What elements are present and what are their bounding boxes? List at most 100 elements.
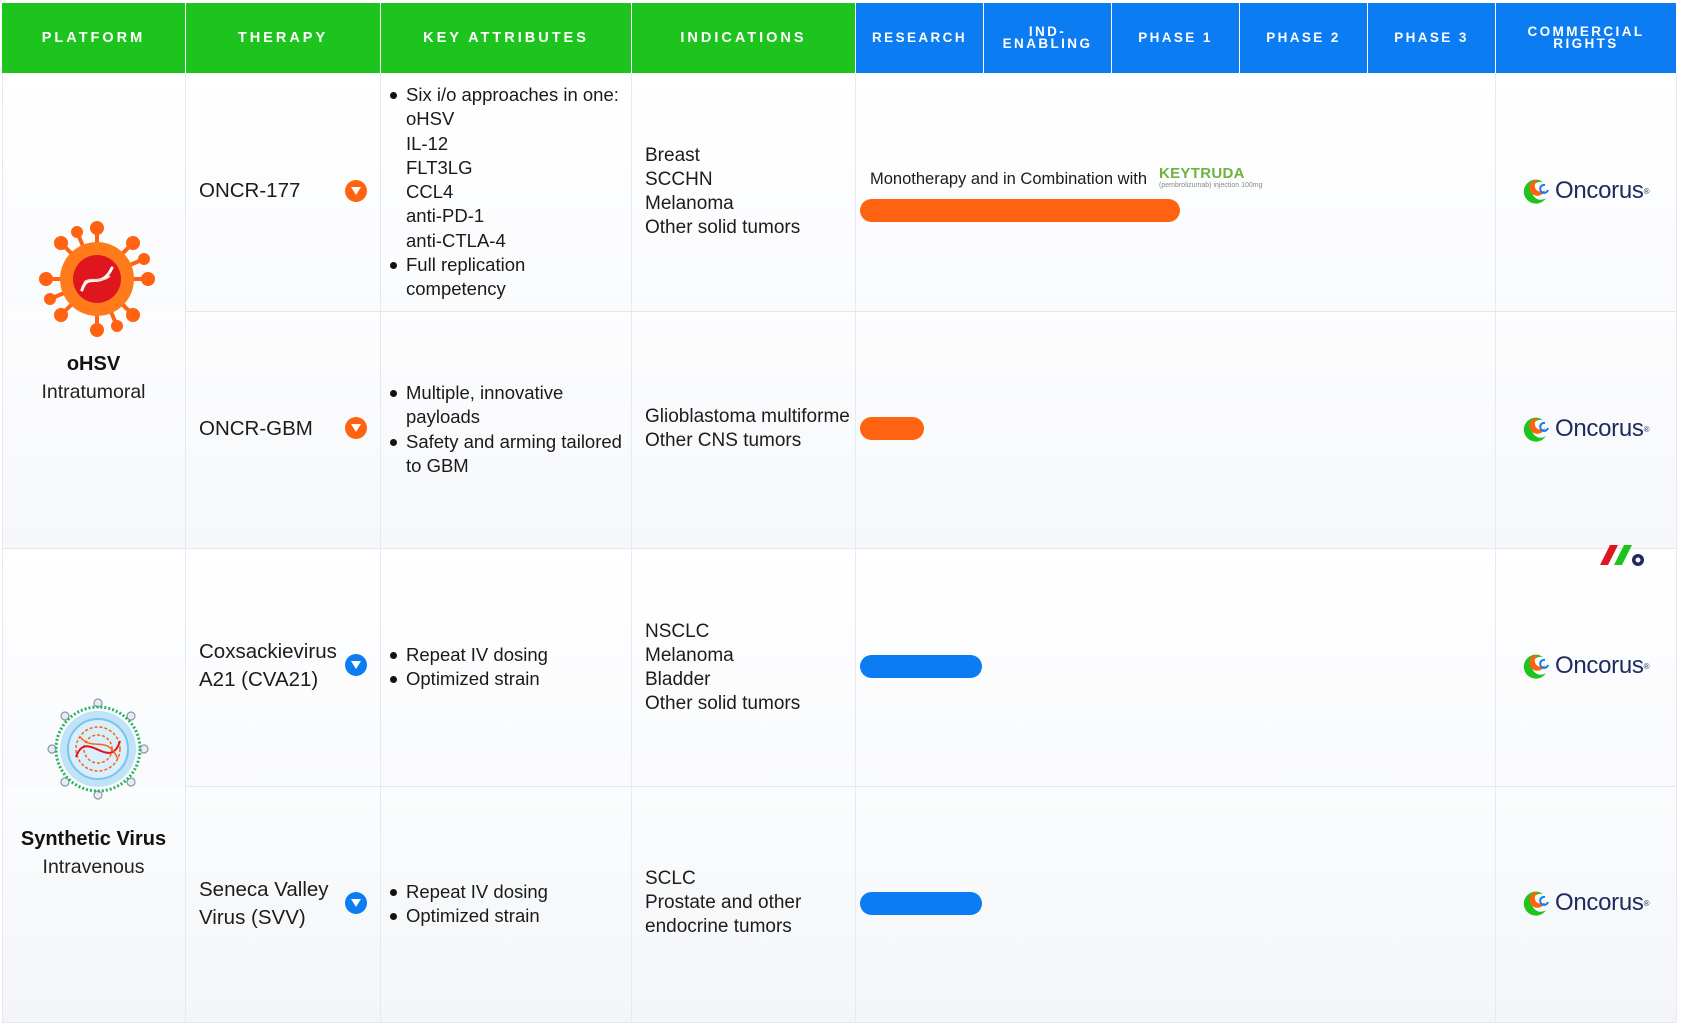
attribute-item: anti-PD-1 <box>406 205 485 227</box>
attribute-item: anti-CTLA-4 <box>406 229 506 251</box>
watermark-logo-icon <box>1600 545 1644 566</box>
attribute-item: Six i/o approaches in one: <box>389 83 629 107</box>
indication-item: Other solid tumors <box>645 693 801 714</box>
indications-oncr-gbm: Glioblastoma multiforme Other CNS tumors <box>645 405 850 453</box>
pipeline-table: PLATFORM THERAPY KEY ATTRIBUTES INDICATI… <box>0 0 1685 1028</box>
oncorus-crescent-icon <box>1523 417 1549 442</box>
attribute-item: Multiple, innovative <box>389 381 629 405</box>
ohsv-virus-icon <box>39 221 155 337</box>
attribute-item: payloads <box>406 406 481 428</box>
grid-hline <box>185 786 1676 787</box>
platform-name-synthetic-virus: Synthetic Virus <box>20 828 167 850</box>
indication-item: NSCLC <box>645 621 710 642</box>
attribute-item: Full replication <box>389 253 629 277</box>
attributes-cva21: Repeat IV dosing Optimized strain <box>389 643 629 692</box>
progress-bar-oncr-gbm <box>860 417 924 440</box>
registered-mark: ® <box>1643 898 1650 908</box>
attribute-item: Optimized strain <box>389 904 629 928</box>
expand-marker-oncr-177[interactable] <box>345 180 367 202</box>
therapy-line: Virus (SVV) <box>199 906 306 929</box>
header-phase3: PHASE 3 <box>1368 3 1495 73</box>
oncorus-logo: Oncorus ® <box>1521 414 1650 444</box>
expand-marker-svv[interactable] <box>345 892 367 914</box>
triangle-down-icon <box>351 424 361 432</box>
combination-note: Monotherapy and in Combination with <box>870 170 1147 188</box>
keytruda-subtitle: (pembrolizumab) injection 100mg <box>1159 182 1263 189</box>
registered-mark: ® <box>1643 186 1650 196</box>
attribute-item: Repeat IV dosing <box>389 880 629 904</box>
attributes-oncr-gbm: Multiple, innovative payloads Safety and… <box>389 381 629 478</box>
expand-marker-cva21[interactable] <box>345 654 367 676</box>
attribute-item: oHSV <box>406 108 455 130</box>
grid-vline <box>1676 73 1677 1022</box>
oncorus-logo: Oncorus ® <box>1521 651 1650 681</box>
therapy-svv: Seneca Valley Virus (SVV) <box>199 876 329 932</box>
therapy-line: A21 (CVA21) <box>199 668 319 691</box>
indication-item: Other solid tumors <box>645 217 801 238</box>
indications-oncr-177: Breast SCCHN Melanoma Other solid tumors <box>645 144 800 240</box>
header-commercial-line2: RIGHTS <box>1553 36 1619 51</box>
indication-item: Melanoma <box>645 645 734 666</box>
header-phase1: PHASE 1 <box>1112 3 1239 73</box>
attributes-svv: Repeat IV dosing Optimized strain <box>389 880 629 929</box>
attribute-item: competency <box>406 278 506 300</box>
keytruda-name: KEYTRUDA <box>1159 165 1245 182</box>
platform-route-ohsv: Intratumoral <box>41 381 146 403</box>
indications-cva21: NSCLC Melanoma Bladder Other solid tumor… <box>645 620 800 716</box>
attribute-item: FLT3LG <box>406 156 473 178</box>
indication-item: Glioblastoma multiforme <box>645 406 850 427</box>
therapy-line: Coxsackievirus <box>199 640 337 663</box>
triangle-down-icon <box>351 899 361 907</box>
therapy-oncr-gbm: ONCR-GBM <box>199 417 313 440</box>
header-phase2: PHASE 2 <box>1240 3 1367 73</box>
registered-mark: ® <box>1643 424 1650 434</box>
indication-item: Other CNS tumors <box>645 430 802 451</box>
grid-hline <box>2 548 1676 549</box>
progress-bar-oncr-177 <box>860 199 1180 222</box>
attribute-item: Optimized strain <box>389 667 629 691</box>
oncorus-logo: Oncorus ® <box>1521 176 1650 206</box>
oncorus-logo: Oncorus ® <box>1521 888 1650 918</box>
indication-item: endocrine tumors <box>645 916 792 937</box>
progress-bar-cva21 <box>860 655 982 678</box>
expand-marker-oncr-gbm[interactable] <box>345 417 367 439</box>
oncorus-wordmark: Oncorus <box>1555 415 1644 442</box>
synthetic-virus-icon <box>47 698 149 800</box>
grid-hline <box>185 311 1676 312</box>
indication-item: SCCHN <box>645 169 713 190</box>
therapy-cva21: Coxsackievirus A21 (CVA21) <box>199 638 337 694</box>
platform-route-synthetic-virus: Intravenous <box>42 856 145 878</box>
therapy-oncr-177: ONCR-177 <box>199 179 301 202</box>
registered-mark: ® <box>1643 661 1650 671</box>
attribute-item: IL-12 <box>406 132 449 154</box>
attribute-item: Safety and arming tailored <box>389 430 629 454</box>
header-indications: INDICATIONS <box>632 3 855 73</box>
platform-name-ohsv: oHSV <box>66 353 121 375</box>
header-key-attributes: KEY ATTRIBUTES <box>381 3 631 73</box>
header-ind-enabling: IND- ENABLING <box>984 3 1111 73</box>
triangle-down-icon <box>351 187 361 195</box>
header-therapy: THERAPY <box>186 3 380 73</box>
indication-item: Breast <box>645 145 700 166</box>
attribute-item: CCL4 <box>406 181 454 203</box>
indications-svv: SCLC Prostate and other endocrine tumors <box>645 867 801 939</box>
oncorus-wordmark: Oncorus <box>1555 652 1644 679</box>
grid-hline <box>2 1022 1676 1023</box>
header-ind-enabling-line2: ENABLING <box>1002 36 1093 51</box>
header-research: RESEARCH <box>856 3 983 73</box>
therapy-line: Seneca Valley <box>199 878 329 901</box>
attribute-item: Repeat IV dosing <box>389 643 629 667</box>
header-platform: PLATFORM <box>2 3 185 73</box>
keytruda-logo: KEYTRUDA (pembrolizumab) injection 100mg <box>1159 165 1263 189</box>
progress-bar-svv <box>860 892 982 915</box>
indication-item: Melanoma <box>645 193 734 214</box>
oncorus-wordmark: Oncorus <box>1555 889 1644 916</box>
oncorus-crescent-icon <box>1523 179 1549 204</box>
oncorus-crescent-icon <box>1523 654 1549 679</box>
triangle-down-icon <box>351 661 361 669</box>
indication-item: SCLC <box>645 868 696 889</box>
oncorus-wordmark: Oncorus <box>1555 177 1644 204</box>
oncorus-crescent-icon <box>1523 891 1549 916</box>
attributes-oncr-177: Six i/o approaches in one: oHSV IL-12 FL… <box>389 83 629 302</box>
indication-item: Bladder <box>645 669 711 690</box>
